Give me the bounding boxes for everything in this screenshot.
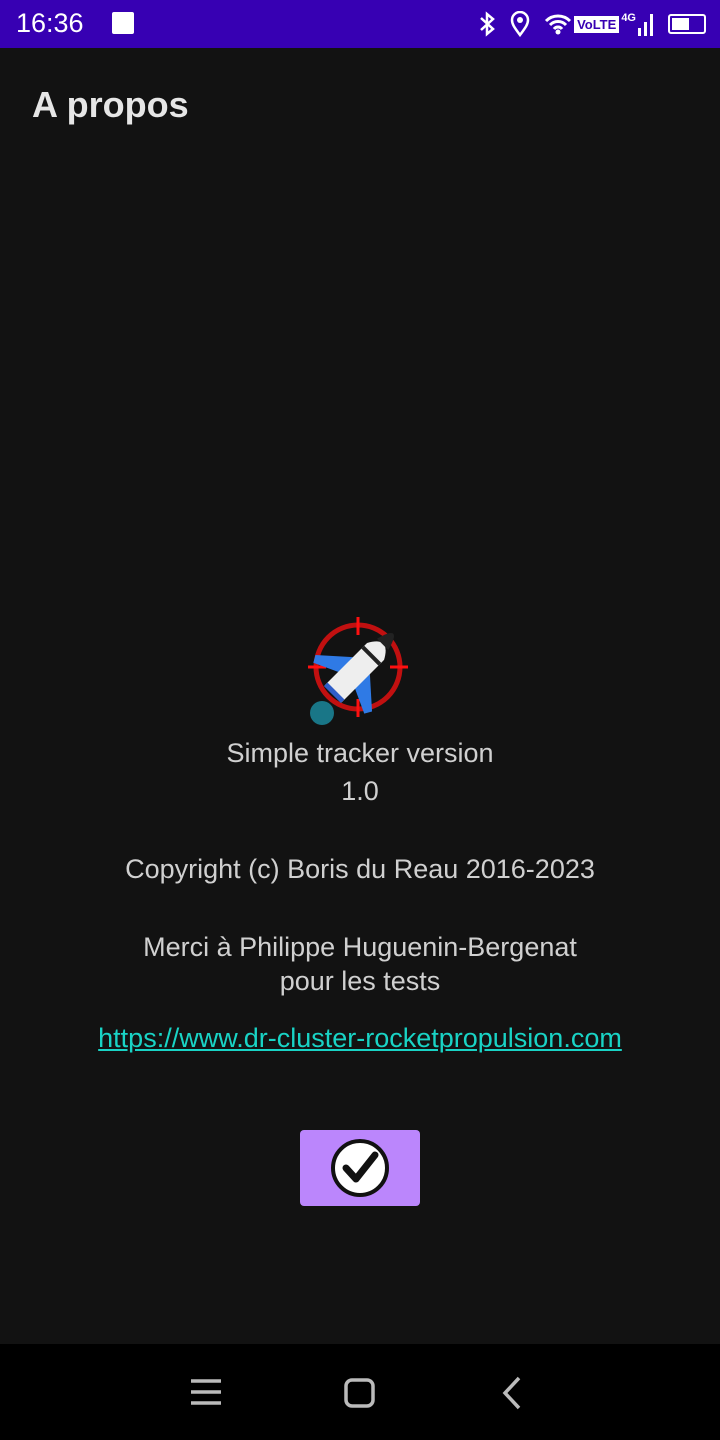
website-link[interactable]: https://www.dr-cluster-rocketpropulsion.… [98,1023,622,1053]
location-icon [510,11,530,37]
signal-icon [638,14,653,36]
thanks-line-1: Merci à Philippe Huguenin-Bergenat [143,932,577,962]
gallery-icon [112,12,134,34]
status-time: 16:36 [16,8,84,38]
volte-icon: VoLTE [574,15,620,33]
bluetooth-icon [480,11,495,37]
back-icon[interactable] [500,1376,524,1410]
navigation-bar [0,1344,720,1440]
app-version-label: Simple tracker version [226,738,494,768]
battery-icon [668,14,706,34]
status-bar: 16:36 VoLTE 4G [0,0,720,48]
home-icon[interactable] [344,1378,376,1408]
thanks-line-2: pour les tests [279,966,441,996]
copyright-text: Copyright (c) Boris du Reau 2016-2023 [125,854,595,884]
wifi-icon [545,14,572,35]
network-type: 4G [621,12,636,24]
menu-icon[interactable] [190,1378,222,1406]
ok-button[interactable] [300,1130,420,1206]
check-circle-icon [331,1139,389,1197]
version-number: 1.0 [341,776,379,806]
page-title: A propos [32,84,189,125]
rocket-logo [308,617,408,725]
